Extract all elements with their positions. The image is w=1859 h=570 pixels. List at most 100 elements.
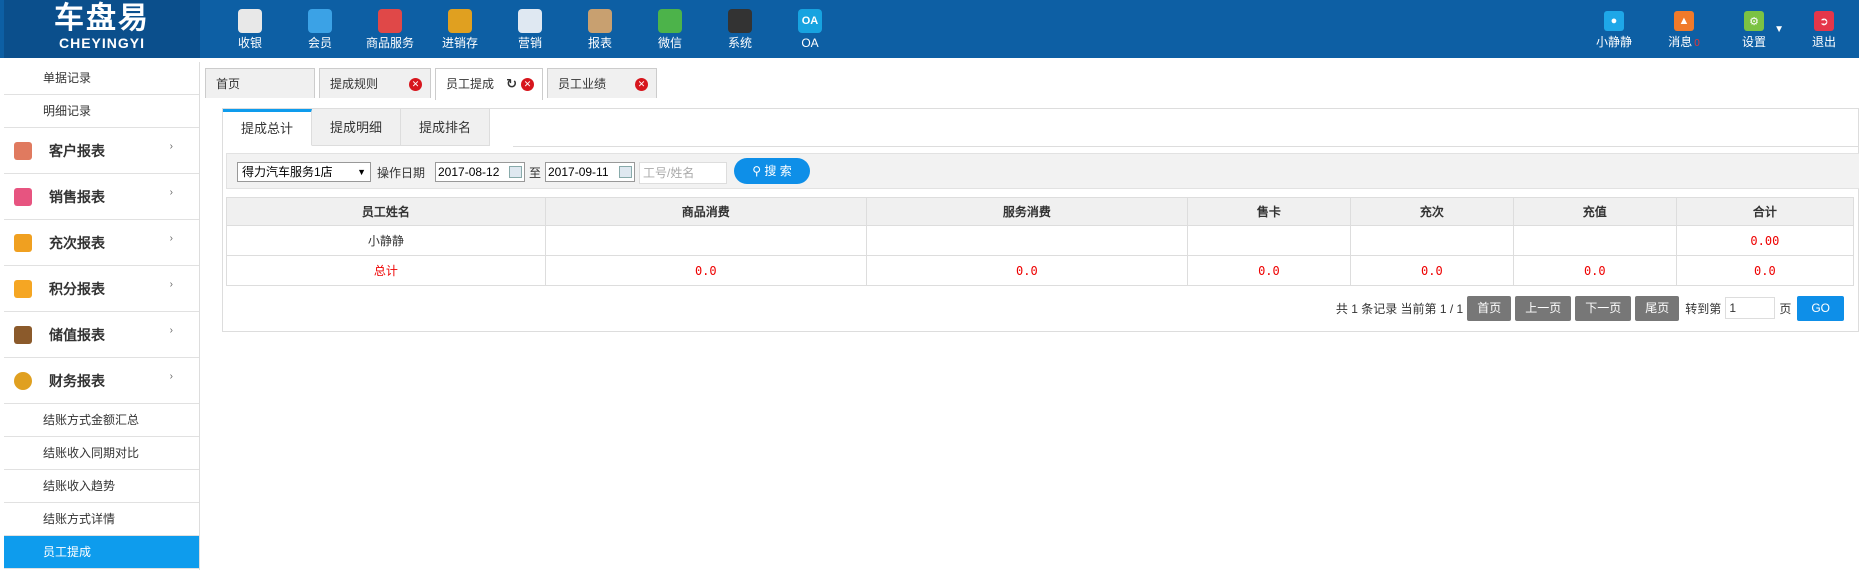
go-button[interactable]: GO — [1797, 295, 1844, 321]
nav-item-label: OA — [801, 36, 819, 50]
sidebar-menu-recharge-count-report[interactable]: 充次报表 › — [4, 220, 199, 266]
message-button[interactable]: ▲ 消息 0 — [1649, 0, 1719, 58]
table-cell: 小静静 — [226, 225, 546, 256]
nav-item-megaphone[interactable]: 营销 — [495, 0, 565, 58]
settings-button[interactable]: ⚙ 设置 ▼ — [1719, 0, 1789, 58]
table-cell: 0.0 — [865, 255, 1188, 286]
calendar-icon[interactable] — [619, 166, 632, 178]
settings-label: 设置 — [1741, 35, 1766, 49]
table-cell: 0.0 — [1349, 255, 1514, 286]
pagination-info: 共 1 条记录 当前第 1 / 1 — [1335, 301, 1464, 316]
logout-icon: ➲ — [1814, 11, 1834, 31]
store-select-value: 得力汽车服务1店 — [242, 165, 333, 179]
date-to-value: 2017-09-11 — [548, 165, 609, 179]
sidebar-item-income-yoy[interactable]: 结账收入同期对比 — [4, 437, 199, 470]
page-number-input[interactable]: 1 — [1725, 297, 1776, 319]
sidebar-menu-stored-value-report[interactable]: 储值报表 › — [4, 312, 199, 358]
user-button[interactable]: ● 小静静 — [1579, 0, 1649, 58]
nav-item-report[interactable]: 报表 — [565, 0, 635, 58]
sidebar-item-payment-detail[interactable]: 结账方式详情 — [4, 503, 199, 536]
logout-label: 退出 — [1811, 35, 1836, 49]
sidebar-item-payment-summary[interactable]: 结账方式金额汇总 — [4, 404, 199, 437]
user-icon: ● — [1604, 11, 1624, 31]
table-cell: 0.0 — [1512, 255, 1677, 286]
refresh-icon[interactable]: ↻ — [506, 69, 517, 99]
tab-employee-commission[interactable]: 员工提成 ↻ ✕ — [435, 68, 543, 100]
nav-item-member[interactable]: 会员 — [285, 0, 355, 58]
date-to-input[interactable]: 2017-09-11 — [545, 162, 635, 182]
logo: 车盘易 CHEYINGYI — [4, 0, 200, 58]
nav-item-goods[interactable]: 商品服务 — [355, 0, 425, 58]
prev-page-button[interactable]: 上一页 — [1515, 295, 1572, 321]
nav-item-monitor[interactable]: 系统 — [705, 0, 775, 58]
col-header[interactable]: 服务消费 — [865, 197, 1188, 226]
table-cell — [544, 225, 867, 256]
sidebar-menu-customer-report[interactable]: 客户报表 › — [4, 128, 199, 174]
tab-commission-rules[interactable]: 提成规则 ✕ — [319, 68, 431, 98]
message-label: 消息 — [1668, 35, 1693, 49]
user-label: 小静静 — [1595, 35, 1632, 49]
sidebar-menu-points-report[interactable]: 积分报表 › — [4, 266, 199, 312]
table-cell: 0.00 — [1675, 225, 1855, 256]
dropdown-arrow-icon: ▼ — [357, 167, 366, 177]
content-panel: 提成总计 提成明细 提成排名 得力汽车服务1店 ▼ 操作日期 2017-08-1… — [222, 108, 1859, 332]
top-bar: 车盘易 CHEYINGYI 收银 会员 商品服务 进销存 营销 报表 微信 系统 OA OA ● … — [0, 0, 1859, 58]
sidebar-menu-finance-report[interactable]: 财务报表 › — [4, 358, 199, 404]
goto-label: 转到第 — [1685, 301, 1722, 316]
table-cell — [1349, 225, 1514, 256]
filter-bar: 得力汽车服务1店 ▼ 操作日期 2017-08-12 至 2017-09-11 … — [226, 153, 1859, 189]
col-header[interactable]: 商品消费 — [544, 197, 867, 226]
tab-label: 员工提成 — [446, 77, 495, 91]
search-button-label: 搜 索 — [764, 164, 792, 178]
inventory-icon — [448, 9, 472, 33]
main-nav: 收银 会员 商品服务 进销存 营销 报表 微信 系统 OA OA — [215, 0, 845, 58]
calendar-icon[interactable] — [509, 166, 522, 178]
sidebar-item-income-trend[interactable]: 结账收入趋势 — [4, 470, 199, 503]
chevron-right-icon: › — [169, 371, 173, 382]
close-icon[interactable]: ✕ — [635, 78, 648, 91]
tab-commission-total[interactable]: 提成总计 — [223, 109, 313, 146]
goods-icon — [378, 9, 402, 33]
nav-item-label: 会员 — [307, 36, 332, 50]
bell-icon: ▲ — [1674, 11, 1694, 31]
tab-commission-ranking[interactable]: 提成排名 — [401, 109, 491, 146]
nav-item-cash-register[interactable]: 收银 — [215, 0, 285, 58]
keyword-input[interactable]: 工号/姓名 — [639, 162, 727, 184]
member-icon — [308, 9, 332, 33]
sidebar-menu-label: 客户报表 — [49, 143, 105, 159]
col-header[interactable]: 合计 — [1675, 197, 1855, 226]
monitor-icon — [728, 9, 752, 33]
logout-button[interactable]: ➲ 退出 — [1789, 0, 1859, 58]
first-page-button[interactable]: 首页 — [1467, 295, 1512, 321]
pagination: 共 1 条记录 当前第 1 / 1 首页 上一页 下一页 尾页 转到第 1 页 … — [1336, 295, 1844, 321]
tab-employee-performance[interactable]: 员工业绩 ✕ — [547, 68, 657, 98]
sidebar-item-bill-records[interactable]: 单据记录 — [4, 62, 199, 95]
nav-item-label: 报表 — [587, 36, 612, 50]
col-header[interactable]: 员工姓名 — [226, 197, 546, 226]
message-badge: 0 — [1694, 38, 1700, 49]
sidebar-menu-sales-report[interactable]: 销售报表 › — [4, 174, 199, 220]
logo-en: CHEYINGYI — [58, 35, 145, 51]
tab-home[interactable]: 首页 — [205, 68, 315, 98]
next-page-button[interactable]: 下一页 — [1575, 295, 1632, 321]
date-from-input[interactable]: 2017-08-12 — [435, 162, 525, 182]
tab-label: 员工业绩 — [558, 77, 607, 91]
col-header[interactable]: 售卡 — [1186, 197, 1351, 226]
col-header[interactable]: 充次 — [1349, 197, 1514, 226]
close-icon[interactable]: ✕ — [521, 78, 534, 91]
last-page-button[interactable]: 尾页 — [1635, 295, 1680, 321]
report-icon — [588, 9, 612, 33]
col-header[interactable]: 充值 — [1512, 197, 1677, 226]
sidebar-item-employee-commission[interactable]: 员工提成 — [4, 536, 199, 569]
close-icon[interactable]: ✕ — [409, 78, 422, 91]
nav-item-label: 进销存 — [441, 36, 478, 50]
nav-item-wechat[interactable]: 微信 — [635, 0, 705, 58]
nav-item-oa[interactable]: OA OA — [775, 0, 845, 58]
wechat-icon — [658, 9, 682, 33]
table-row[interactable]: 小静静 0.00 — [226, 225, 1855, 256]
store-select[interactable]: 得力汽车服务1店 ▼ — [237, 162, 371, 182]
nav-item-inventory[interactable]: 进销存 — [425, 0, 495, 58]
search-button[interactable]: ⚲ 搜 索 — [734, 158, 810, 184]
tab-commission-detail[interactable]: 提成明细 — [312, 109, 402, 146]
search-icon: ⚲ — [752, 164, 762, 178]
